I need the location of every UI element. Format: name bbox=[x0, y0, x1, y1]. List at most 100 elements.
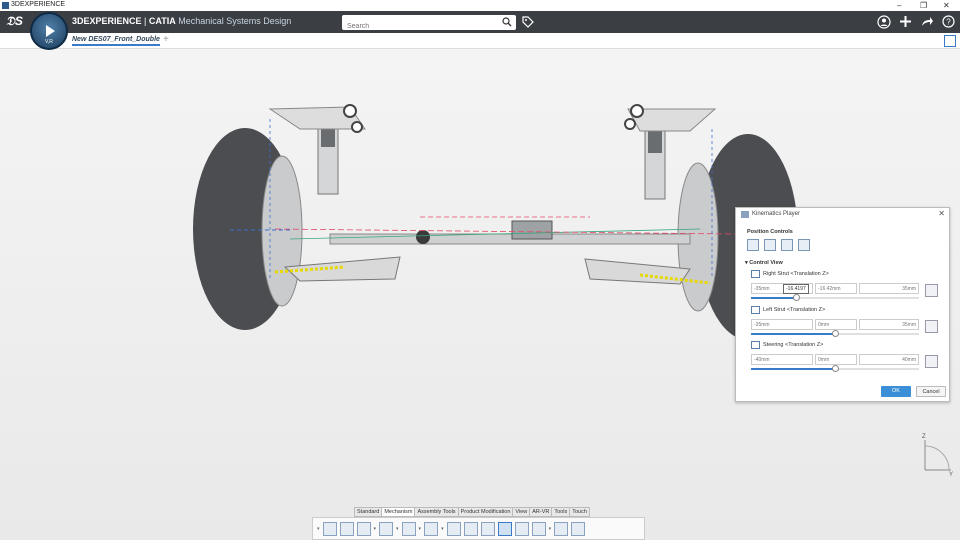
position-controls-heading: Position Controls bbox=[747, 229, 793, 235]
user-icon[interactable] bbox=[877, 15, 891, 29]
search-box[interactable] bbox=[342, 15, 516, 34]
ok-button[interactable]: OK bbox=[881, 386, 911, 397]
add-icon[interactable] bbox=[899, 15, 912, 28]
undo-icon[interactable] bbox=[379, 521, 394, 536]
lock-all-icon[interactable] bbox=[798, 239, 810, 251]
simulate-icon[interactable] bbox=[747, 239, 759, 251]
lock-icon[interactable] bbox=[925, 355, 938, 368]
steering-rack bbox=[329, 233, 691, 245]
expand-icon[interactable] bbox=[944, 35, 956, 47]
kinematics-icon bbox=[741, 211, 749, 218]
control-view-heading[interactable]: ▾ Control View bbox=[745, 260, 783, 266]
brand-app-name: Mechanical Systems Design bbox=[175, 16, 292, 26]
ds-logo-icon[interactable]: 𝔇S bbox=[6, 14, 23, 29]
dropdown-caret-icon[interactable]: ▾ bbox=[441, 526, 444, 532]
simulation-icon[interactable] bbox=[514, 521, 529, 536]
paste-icon[interactable] bbox=[356, 521, 371, 536]
window-titlebar: 3DEXPERIENCE – ❐ ✕ bbox=[0, 0, 960, 11]
lock-icon[interactable] bbox=[925, 320, 938, 333]
left-rim bbox=[261, 155, 303, 307]
document-tabbar: New DES07_Front_Double + bbox=[0, 33, 960, 49]
kinematics-player-panel: Kinematics Player ✕ Position Controls ▾ … bbox=[735, 207, 950, 402]
share-icon[interactable] bbox=[920, 15, 933, 28]
tab-mechanism[interactable]: Mechanism bbox=[381, 507, 416, 517]
right-strut-tooltip: -16.4197 bbox=[783, 284, 809, 294]
steering-slider-handle[interactable] bbox=[832, 365, 839, 372]
restore-button[interactable]: ❐ bbox=[920, 0, 927, 11]
app-brand: 3DEXPERIENCE | CATIA Mechanical Systems … bbox=[72, 16, 291, 26]
brand-separator: | bbox=[141, 16, 149, 26]
axis-triad[interactable]: Z Y bbox=[915, 432, 955, 477]
steering-max[interactable]: 40mm bbox=[859, 354, 919, 365]
copy-icon[interactable] bbox=[339, 521, 354, 536]
right-strut-max[interactable]: 35mm bbox=[859, 283, 919, 294]
panel-title: Kinematics Player bbox=[752, 211, 801, 217]
filter-icon[interactable] bbox=[764, 239, 776, 251]
joint-icon bbox=[751, 270, 760, 278]
dropdown-caret-icon[interactable]: ▾ bbox=[549, 526, 552, 532]
panel-close-button[interactable]: ✕ bbox=[938, 209, 945, 218]
tab-touch[interactable]: Touch bbox=[569, 507, 590, 517]
left-strut-min[interactable]: -35mm bbox=[751, 319, 813, 330]
action-bar: ▾ ▾ ▾ ▾ ▾ ▾ bbox=[312, 517, 645, 540]
window-title: 3DEXPERIENCE bbox=[11, 1, 66, 8]
right-strut-slider-handle[interactable] bbox=[793, 294, 800, 301]
dropdown-caret-icon[interactable]: ▾ bbox=[374, 526, 377, 532]
update-icon[interactable] bbox=[401, 521, 416, 536]
command-icon[interactable] bbox=[463, 521, 478, 536]
kinematics-player-icon[interactable] bbox=[497, 521, 512, 536]
tab-ar-vr[interactable]: AR-VR bbox=[529, 507, 553, 517]
close-window-button[interactable]: ✕ bbox=[943, 0, 950, 11]
left-strut-max[interactable]: 35mm bbox=[859, 319, 919, 330]
clash-icon[interactable] bbox=[554, 521, 569, 536]
steering-label: Steering <Translation Z> bbox=[763, 342, 824, 348]
brand-catia: CATIA bbox=[148, 16, 176, 26]
compass-widget[interactable]: V,R bbox=[30, 12, 68, 50]
tab-document[interactable]: New DES07_Front_Double bbox=[72, 36, 160, 46]
lock-icon[interactable] bbox=[925, 284, 938, 297]
joint-icon bbox=[751, 341, 760, 349]
tag-icon[interactable] bbox=[522, 16, 534, 28]
tab-standard[interactable]: Standard bbox=[354, 507, 383, 517]
svg-text:?: ? bbox=[946, 18, 951, 27]
dropdown-caret-icon[interactable]: ▾ bbox=[419, 526, 422, 532]
action-bar-tabs: Standard Mechanism Assembly Tools Produc… bbox=[354, 507, 590, 517]
tab-tools[interactable]: Tools bbox=[551, 507, 571, 517]
search-icon[interactable] bbox=[502, 17, 512, 27]
search-input[interactable] bbox=[342, 19, 492, 34]
joint-tool-icon[interactable] bbox=[446, 521, 461, 536]
joint-icon bbox=[751, 306, 760, 314]
position-controls-toolbar bbox=[747, 239, 810, 251]
compass-label: V,R bbox=[45, 39, 53, 45]
play-icon[interactable] bbox=[46, 25, 55, 37]
mechanism-icon[interactable] bbox=[424, 521, 439, 536]
right-strut-fill bbox=[751, 297, 796, 299]
cut-icon[interactable] bbox=[322, 521, 337, 536]
right-strut-value[interactable]: -16.42mm bbox=[815, 283, 857, 294]
minimize-button[interactable]: – bbox=[897, 0, 901, 11]
sensor-icon[interactable] bbox=[531, 521, 546, 536]
brand-3dexperience: 3DEXPERIENCE bbox=[72, 16, 142, 26]
tab-product-modification[interactable]: Product Modification bbox=[457, 507, 514, 517]
collapse-caret-icon[interactable]: ▾ bbox=[317, 526, 320, 532]
right-lower-arm bbox=[584, 258, 691, 285]
left-strut-label: Left Strut <Translation Z> bbox=[763, 307, 826, 313]
steering-fill bbox=[751, 368, 835, 370]
add-tab-button[interactable]: + bbox=[163, 34, 169, 45]
reset-icon[interactable] bbox=[781, 239, 793, 251]
steering-value[interactable]: 0mm bbox=[815, 354, 857, 365]
law-icon[interactable] bbox=[480, 521, 495, 536]
dropdown-caret-icon[interactable]: ▾ bbox=[396, 526, 399, 532]
tab-assembly-tools[interactable]: Assembly Tools bbox=[414, 507, 459, 517]
axis-y-label: Y bbox=[949, 472, 953, 477]
cancel-button[interactable]: Cancel bbox=[916, 386, 946, 397]
left-strut-slider-handle[interactable] bbox=[832, 330, 839, 337]
app-icon bbox=[2, 2, 9, 9]
left-strut-value[interactable]: 0mm bbox=[815, 319, 857, 330]
axis-z-label: Z bbox=[922, 434, 926, 440]
left-strut-fill bbox=[751, 333, 835, 335]
analysis-icon[interactable] bbox=[571, 521, 586, 536]
help-icon[interactable]: ? bbox=[942, 15, 955, 28]
tab-view[interactable]: View bbox=[512, 507, 531, 517]
steering-min[interactable]: -40mm bbox=[751, 354, 813, 365]
